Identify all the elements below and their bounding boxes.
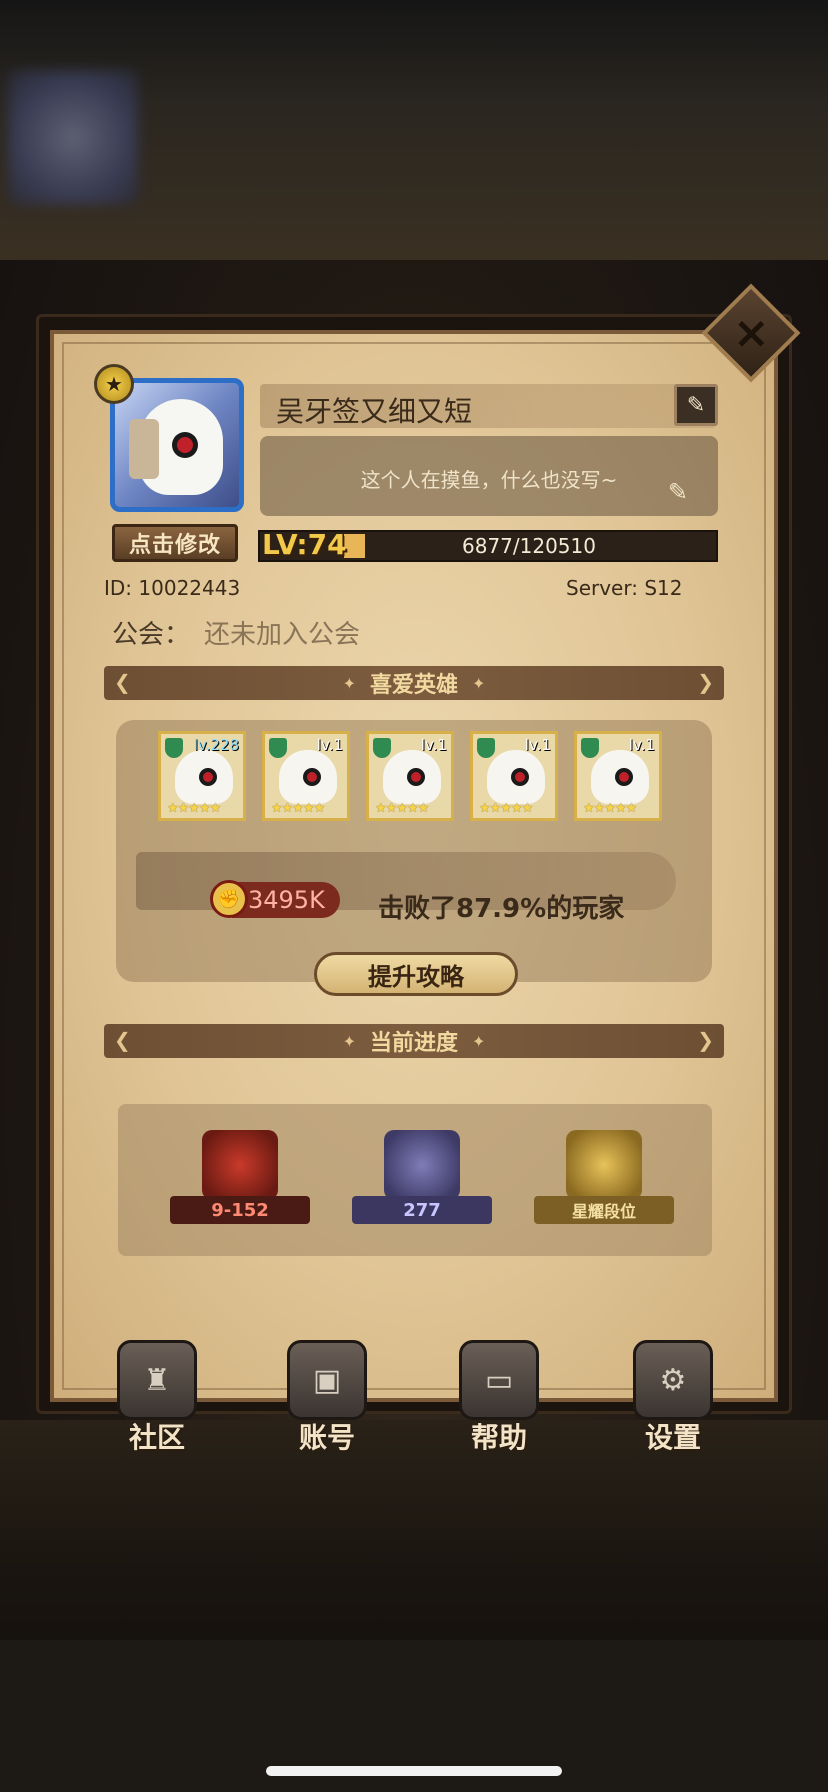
nav-community-label: 社区 [128, 1421, 185, 1454]
edit-name-button[interactable]: ✎ [674, 384, 718, 426]
arena-rank-badge[interactable]: 星耀段位 [530, 1130, 678, 1230]
header-ornament-icon: ✦ [472, 1031, 486, 1051]
header-curl-left-icon: ❮ [114, 1028, 131, 1052]
player-name: 吴牙签又细又短 [276, 395, 473, 428]
nav-settings[interactable]: ⚙ 设置 [618, 1340, 728, 1460]
gear-icon: ⚙ [633, 1340, 713, 1420]
campaign-stage-value: 9-152 [170, 1196, 310, 1224]
signature-text: 这个人在摸鱼，什么也没写~ [360, 468, 618, 492]
nav-community[interactable]: ♜ 社区 [102, 1340, 212, 1460]
hero-class-shield-icon [477, 738, 495, 758]
power-value: 3495K [248, 886, 325, 914]
close-icon: × [732, 307, 770, 358]
account-card-icon: ▣ [287, 1340, 367, 1420]
pencil-icon: ✎ [686, 392, 706, 418]
hero-card[interactable]: lv.1 ★★★★★ [262, 731, 350, 821]
hero-portrait [383, 750, 441, 804]
hero-class-shield-icon [373, 738, 391, 758]
hero-level: lv.228 [193, 736, 239, 754]
current-progress-title: 当前进度 [369, 1031, 458, 1056]
arena-crossed-swords-icon [566, 1130, 642, 1200]
guild-value: 还未加入公会 [204, 620, 361, 650]
nav-account[interactable]: ▣ 账号 [272, 1340, 382, 1460]
background-avatar-blur [8, 70, 138, 205]
signature-box[interactable]: 这个人在摸鱼，什么也没写~ ✎ [260, 436, 718, 516]
nav-account-label: 账号 [298, 1421, 355, 1454]
hero-stars: ★★★★★ [375, 801, 429, 816]
avatar-star-badge-icon: ★ [94, 364, 134, 404]
avatar[interactable] [110, 378, 244, 512]
tower-sword-icon [384, 1130, 460, 1200]
level-label: LV:74 [262, 528, 347, 561]
hero-level: lv.1 [628, 736, 655, 754]
hero-card[interactable]: lv.1 ★★★★★ [470, 731, 558, 821]
arena-rank-value: 星耀段位 [534, 1196, 674, 1224]
header-ornament-icon: ✦ [342, 1031, 356, 1051]
header-curl-right-icon: ❯ [697, 670, 714, 694]
exp-text: 6877/120510 [462, 534, 596, 558]
server-label: Server: [566, 576, 638, 600]
castle-icon: ♜ [117, 1340, 197, 1420]
hero-class-shield-icon [165, 738, 183, 758]
player-id: ID: 10022443 [104, 576, 240, 600]
guild-label: 公会： [112, 620, 191, 650]
nav-help-label: 帮助 [470, 1421, 527, 1454]
hero-portrait [591, 750, 649, 804]
hero-level: lv.1 [524, 736, 551, 754]
tower-floor-value: 277 [352, 1196, 492, 1224]
hero-level: lv.1 [420, 736, 447, 754]
campaign-stage-badge[interactable]: 9-152 [166, 1130, 314, 1230]
server-info: Server: S12 [566, 576, 683, 600]
home-indicator[interactable] [266, 1766, 562, 1776]
defeat-percentage-text: 击败了87.9%的玩家 [378, 894, 625, 924]
edit-signature-pencil-icon[interactable]: ✎ [668, 478, 688, 506]
hero-stars: ★★★★★ [479, 801, 533, 816]
chat-bubble-icon: ▭ [459, 1340, 539, 1420]
tower-floor-badge[interactable]: 277 [348, 1130, 496, 1230]
hero-card[interactable]: lv.228 ★★★★★ [158, 731, 246, 821]
hero-stars: ★★★★★ [167, 801, 221, 816]
hero-portrait [279, 750, 337, 804]
header-ornament-icon: ✦ [472, 673, 486, 693]
avatar-skull-portrait [129, 399, 223, 495]
hero-portrait [175, 750, 233, 804]
strategy-button[interactable]: 提升攻略 [314, 952, 518, 996]
hero-level: lv.1 [316, 736, 343, 754]
nav-help[interactable]: ▭ 帮助 [444, 1340, 554, 1460]
player-name-box: 吴牙签又细又短 [260, 384, 716, 428]
hero-class-shield-icon [269, 738, 287, 758]
player-id-label: ID: [104, 576, 133, 600]
hero-class-shield-icon [581, 738, 599, 758]
current-progress-header: ❮ ✦ 当前进度 ✦ ❯ [104, 1024, 724, 1058]
header-ornament-icon: ✦ [342, 673, 356, 693]
fist-power-icon: ✊ [210, 880, 248, 918]
hero-card[interactable]: lv.1 ★★★★★ [574, 731, 662, 821]
player-id-value: 10022443 [138, 576, 241, 600]
campaign-book-icon [202, 1130, 278, 1200]
favorite-heroes-title: 喜爱英雄 [369, 673, 458, 698]
hero-card[interactable]: lv.1 ★★★★★ [366, 731, 454, 821]
server-value: S12 [644, 576, 683, 600]
header-curl-left-icon: ❮ [114, 670, 131, 694]
header-curl-right-icon: ❯ [697, 1028, 714, 1052]
modify-avatar-button[interactable]: 点击修改 [112, 524, 238, 562]
hero-stars: ★★★★★ [271, 801, 325, 816]
hero-portrait [487, 750, 545, 804]
favorite-heroes-header: ❮ ✦ 喜爱英雄 ✦ ❯ [104, 666, 724, 700]
hero-stars: ★★★★★ [583, 801, 637, 816]
nav-settings-label: 设置 [644, 1421, 701, 1454]
